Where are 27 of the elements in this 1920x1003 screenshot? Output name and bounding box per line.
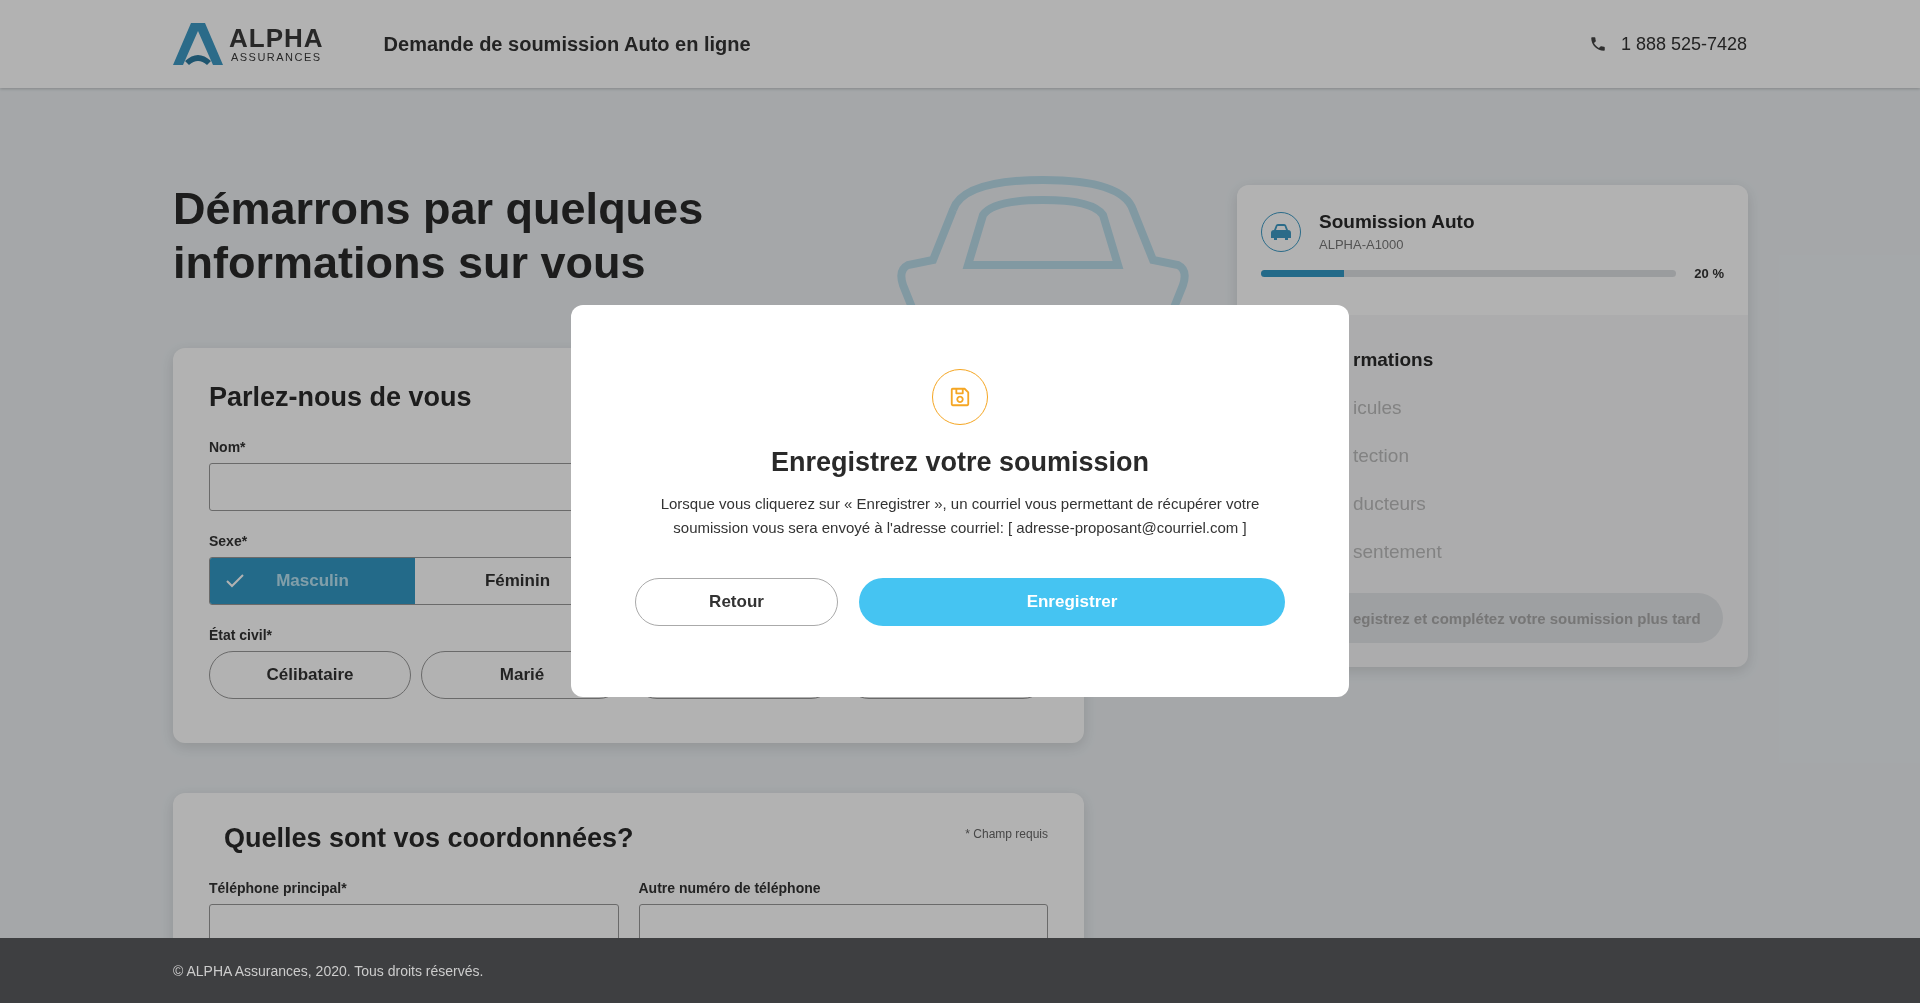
marital-status-option[interactable]: Célibataire — [209, 651, 411, 699]
section-title: Parlez-nous de vous — [209, 382, 472, 413]
field-label: Autre numéro de téléphone — [638, 880, 821, 896]
check-icon — [226, 574, 244, 588]
logo-tagline: ASSURANCES — [230, 51, 322, 63]
modal-message: Lorsque vous cliquerez sur « Enregistrer », un courriel vous permettant de récupérer votre soumission vous sera envoyé à l'adresse courriel: [ adresse-proposant@courriel.com ] — [659, 494, 1261, 538]
phone-number[interactable]: 1 888 525-7428 — [1620, 33, 1747, 55]
section-title: Quelles sont vos coordonnées? — [224, 823, 634, 854]
field-label: Nom* — [209, 439, 246, 455]
copyright-text: © ALPHA Assurances, 2020. Tous droits réservés. — [173, 962, 484, 979]
modal-title: Enregistrez votre soumission — [770, 447, 1150, 478]
save-button[interactable]: Enregistrer — [859, 578, 1285, 626]
field-label: État civil* — [209, 627, 273, 643]
phone-icon — [1588, 35, 1607, 53]
page-heading: Démarrons par quelques informations sur vous — [173, 182, 705, 290]
logo-icon — [173, 21, 223, 67]
progress-percent: 20 % — [1694, 266, 1724, 281]
field-label: Téléphone principal* — [209, 880, 347, 896]
step-item[interactable]: rmations — [1353, 349, 1724, 397]
back-button[interactable]: Retour — [635, 578, 838, 626]
quote-reference: ALPHA-A1000 — [1319, 237, 1405, 252]
required-note: * Champ requis — [965, 827, 1048, 841]
logo-name: ALPHA — [229, 25, 324, 51]
page-title: Demande de soumission Auto en ligne — [383, 32, 751, 56]
gender-option[interactable]: Masculin — [210, 558, 415, 604]
field-label: Sexe* — [209, 533, 248, 549]
quote-title: Soumission Auto — [1319, 211, 1475, 233]
